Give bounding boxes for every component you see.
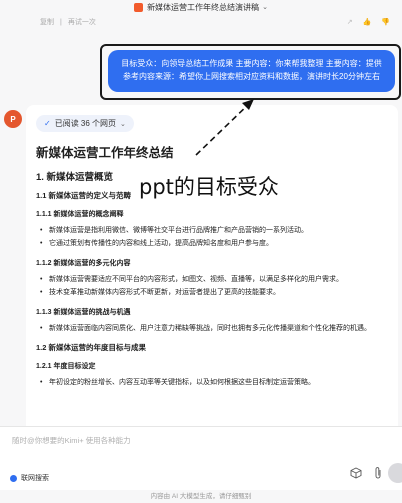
list-item: 年初设定的粉丝增长、内容互动率等关键指标，以及如何根据这些目标制定运营策略。 [40,377,388,389]
web-search-toggle-indicator [10,474,17,482]
user-message-bubble: 目标受众：向领导总结工作成果 主要内容：你来帮我整理 主要内容：提供参考内容来源… [108,50,395,92]
bullet-list: 年初设定的粉丝增长、内容互动率等关键指标，以及如何根据这些目标制定运营策略。 [40,377,388,389]
send-button[interactable] [388,463,402,483]
subsubsection-heading: 1.1.1 新媒体运营的概念阐释 [36,211,124,218]
annotation-label: ppt的目标受众 [139,175,279,199]
regenerate-button[interactable]: 再试一次 [68,17,96,27]
list-item: 技术变革推动新媒体内容形式不断更新，对运营者提出了更高的技能要求。 [40,287,388,299]
thumb-down-icon[interactable]: 👎 [381,18,390,26]
conversation-title-bar[interactable]: 新媒体运营工作年终总结演讲稿 ⌄ [0,0,402,14]
list-item: 新媒体运营需要适应不同平台的内容形式，如图文、视频、直播等，以满足多样化的用户需… [40,274,388,286]
cube-icon[interactable] [350,467,362,479]
subsubsection-heading: 1.2.1 年度目标设定 [36,363,96,370]
list-item: 新媒体运营面临内容同质化、用户注意力稀缺等挑战，同时也拥有多元化传播渠道和个性化… [40,323,388,335]
assistant-answer-card: ✓ 已阅读 36 个网页 ⌄ 新媒体运营工作年终总结 1. 新媒体运营概览 1.… [26,105,398,435]
ai-disclaimer: 内容由 AI 大模型生成，请仔细甄别 [150,493,252,500]
paperclip-icon[interactable] [373,466,383,480]
subsection-heading: 1.2 新媒体运营的年度目标与成果 [36,343,147,352]
web-search-toggle[interactable]: 联网搜索 [10,471,49,485]
document-icon [134,2,144,12]
copy-button[interactable]: 复制 [40,17,54,27]
previous-message-toolbar: 复制 | 再试一次 ↗ 👍 👎 [40,16,390,28]
bullet-list: 新媒体运营需要适应不同平台的内容形式，如图文、视频、直播等，以满足多样化的用户需… [40,274,388,299]
read-webpages-label: 已阅读 36 个网页 [54,119,117,128]
chevron-down-icon: ⌄ [120,120,126,128]
check-icon: ✓ [44,119,51,128]
assistant-avatar: P [4,110,22,128]
thumb-up-icon[interactable]: 👍 [363,18,372,26]
subsubsection-heading: 1.1.3 新媒体运营的挑战与机遇 [36,309,131,316]
user-message-text: 目标受众：向领导总结工作成果 主要内容：你来帮我整理 主要内容：提供参考内容来源… [121,59,382,81]
toolbar-separator: | [60,18,62,26]
chat-input-box[interactable]: 随时@你想要的Kimi+ 使用各种能力 联网搜索 [0,426,402,490]
read-webpages-chip[interactable]: ✓ 已阅读 36 个网页 ⌄ [36,115,134,132]
doc-title: 新媒体运营工作年终总结 [36,146,174,160]
share-icon[interactable]: ↗ [347,18,353,26]
subsubsection-heading: 1.1.2 新媒体运营的多元化内容 [36,260,131,267]
list-item: 新媒体运营是指利用微信、微博等社交平台进行品牌推广和产品营销的一系列活动。 [40,225,388,237]
bullet-list: 新媒体运营面临内容同质化、用户注意力稀缺等挑战，同时也拥有多元化传播渠道和个性化… [40,323,388,335]
conversation-title: 新媒体运营工作年终总结演讲稿 [147,2,260,12]
web-search-label: 联网搜索 [21,475,49,482]
bullet-list: 新媒体运营是指利用微信、微博等社交平台进行品牌推广和产品营销的一系列活动。 它通… [40,225,388,250]
list-item: 它通过策划有传播性的内容和线上活动，提高品牌知名度和用户参与度。 [40,238,388,250]
chevron-down-icon[interactable]: ⌄ [262,3,268,11]
chat-input-placeholder[interactable]: 随时@你想要的Kimi+ 使用各种能力 [12,435,131,446]
